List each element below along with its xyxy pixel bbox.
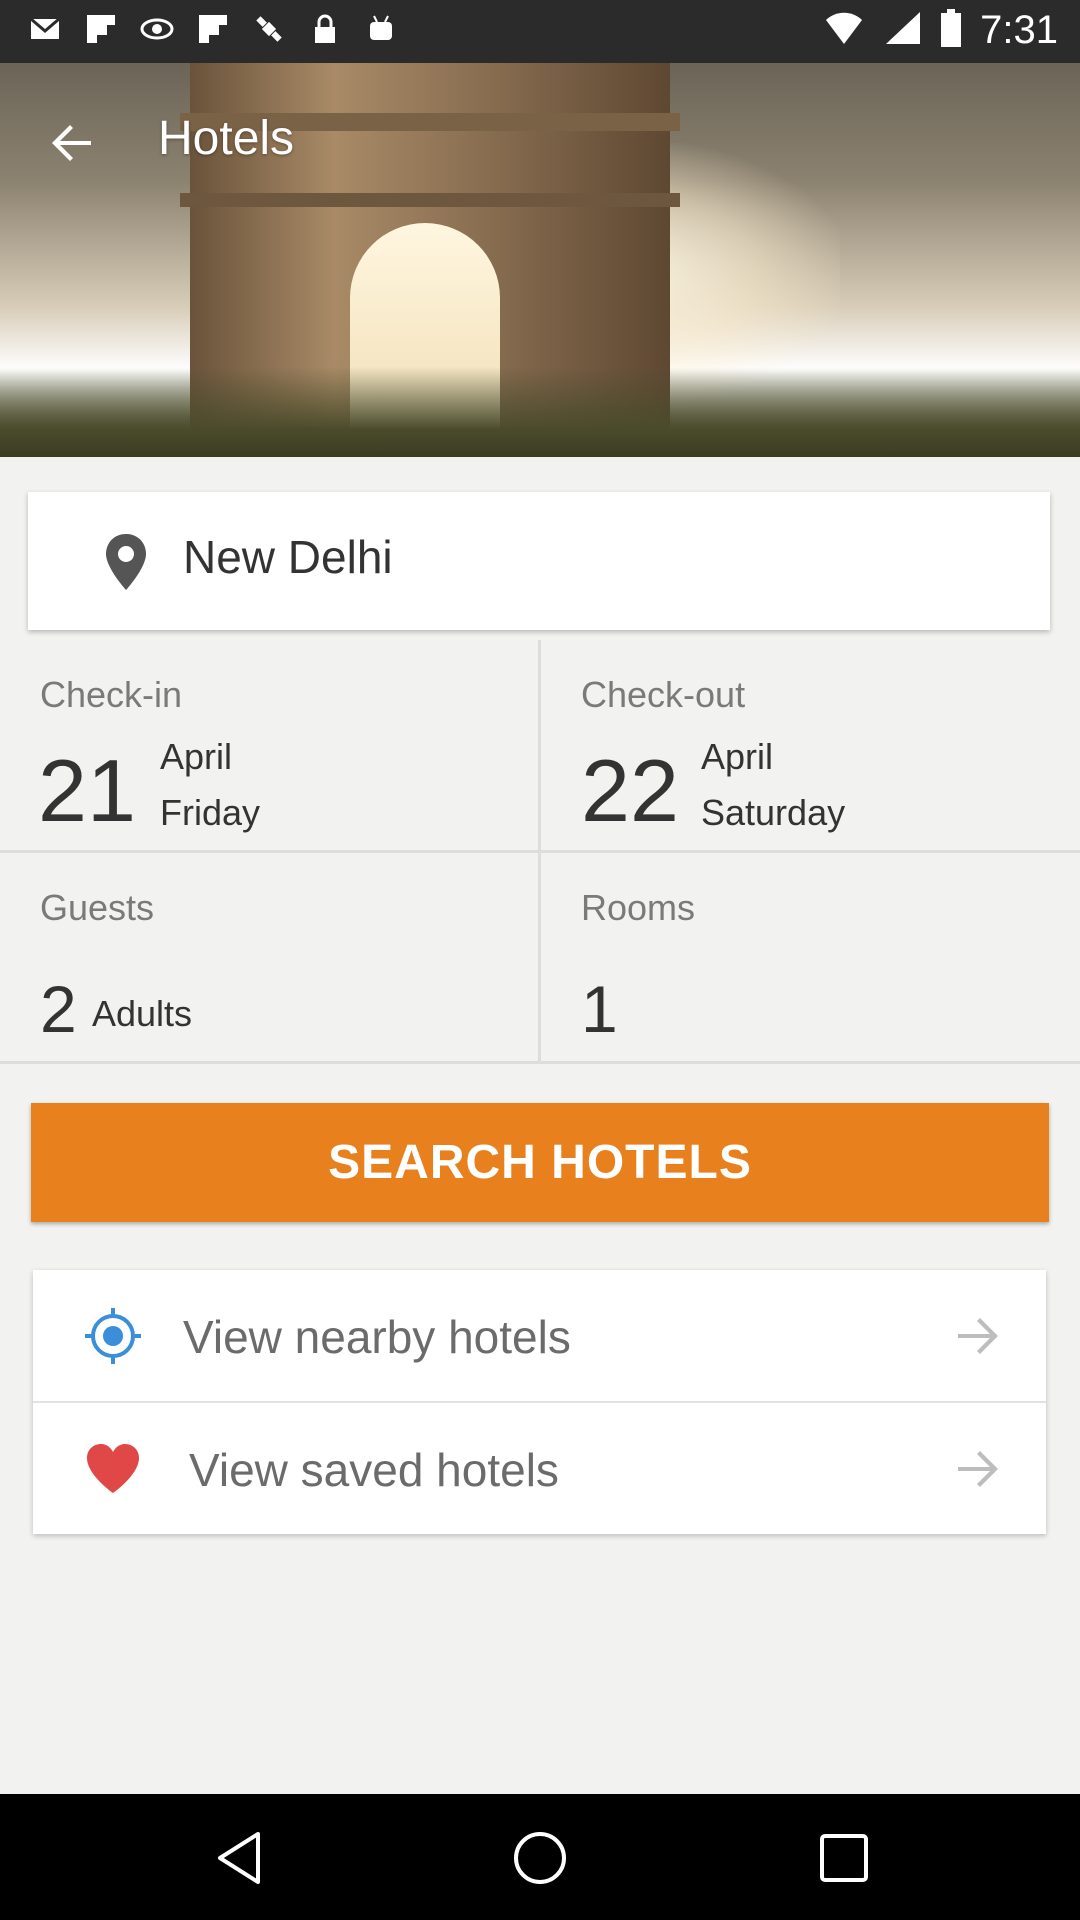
- checkin-month: April: [160, 736, 233, 777]
- search-hotels-button[interactable]: SEARCH HOTELS: [31, 1103, 1049, 1222]
- toolbar: Hotels: [0, 63, 1080, 209]
- lock-icon: [308, 12, 342, 46]
- checkout-field[interactable]: Check-out 22 April Saturday: [541, 640, 1079, 850]
- arrow-left-icon: [52, 125, 91, 161]
- checkin-label: Check-in: [40, 674, 183, 715]
- eye-icon: [140, 12, 174, 46]
- location-target-icon: [85, 1308, 141, 1364]
- guests-count: 2: [40, 972, 77, 1046]
- treeline: [0, 367, 1080, 457]
- android-icon: [364, 12, 398, 46]
- system-status: 7:31: [824, 8, 1058, 53]
- divider: [538, 640, 541, 1064]
- checkin-day: 21: [38, 741, 136, 840]
- battery-icon: [940, 9, 962, 52]
- back-nav-icon[interactable]: [210, 1828, 270, 1888]
- signal-icon: [882, 10, 922, 51]
- location-field[interactable]: New Delhi: [28, 492, 1050, 630]
- clock: 7:31: [980, 8, 1058, 52]
- arrow-right-icon: [958, 1318, 998, 1354]
- view-nearby-hotels-link[interactable]: View nearby hotels: [33, 1270, 1046, 1402]
- notification-icons: [28, 12, 398, 46]
- rooms-field[interactable]: Rooms 1: [541, 853, 1079, 1063]
- home-nav-icon[interactable]: [510, 1828, 570, 1888]
- rooms-label: Rooms: [581, 887, 696, 928]
- satellite-icon: [252, 12, 286, 46]
- flipboard-icon: [196, 12, 230, 46]
- rooms-count: 1: [581, 972, 618, 1046]
- checkout-weekday: Saturday: [701, 792, 846, 833]
- guests-unit: Adults: [92, 993, 193, 1034]
- guests-field[interactable]: Guests 2 Adults: [0, 853, 538, 1063]
- page-title: Hotels: [158, 112, 295, 165]
- back-button[interactable]: [36, 107, 108, 179]
- checkout-month: April: [701, 736, 774, 777]
- arrow-right-icon: [958, 1451, 998, 1487]
- wifi-icon: [824, 10, 864, 51]
- system-nav-bar: [0, 1794, 1080, 1920]
- saved-hotels-label: View saved hotels: [189, 1444, 559, 1496]
- booking-details: Check-in 21 April Friday Check-out 22 Ap…: [0, 640, 1080, 1064]
- flipboard-icon: [84, 12, 118, 46]
- mail-icon: [28, 12, 62, 46]
- checkin-weekday: Friday: [160, 792, 261, 833]
- checkin-field[interactable]: Check-in 21 April Friday: [0, 640, 538, 850]
- checkout-day: 22: [581, 741, 679, 840]
- checkout-label: Check-out: [581, 674, 746, 715]
- heart-icon: [87, 1444, 139, 1493]
- map-pin-icon: [106, 534, 146, 590]
- view-saved-hotels-link[interactable]: View saved hotels: [33, 1403, 1046, 1535]
- guests-label: Guests: [40, 887, 155, 928]
- location-city: New Delhi: [183, 531, 393, 583]
- nearby-hotels-label: View nearby hotels: [183, 1311, 571, 1363]
- status-bar: 7:31: [0, 0, 1080, 63]
- recents-nav-icon[interactable]: [814, 1828, 874, 1888]
- quick-links: View nearby hotels View saved hotels: [33, 1270, 1046, 1534]
